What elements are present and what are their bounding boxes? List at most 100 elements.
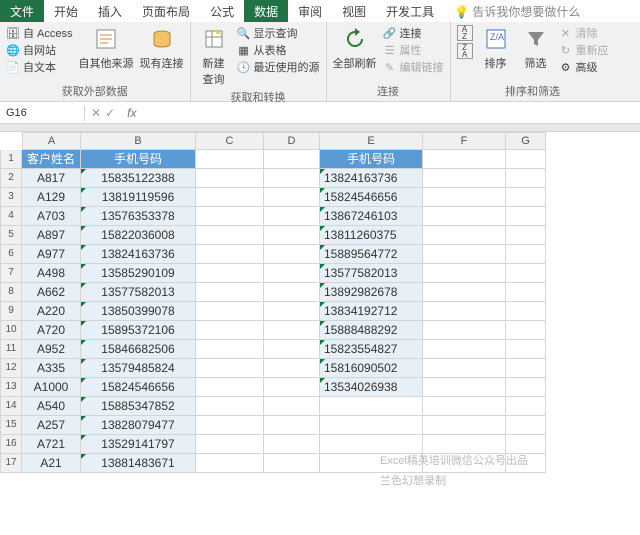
btn-sort-az[interactable]: AZ	[457, 25, 473, 41]
btn-new-query[interactable]: 新建 查询	[197, 25, 231, 87]
cell[interactable]: 15895372106	[81, 321, 196, 340]
cell[interactable]	[264, 302, 320, 321]
cell[interactable]	[196, 416, 264, 435]
row-header[interactable]: 15	[0, 416, 22, 435]
cell[interactable]: A720	[22, 321, 81, 340]
btn-recent-sources[interactable]: 🕓最近使用的源	[237, 59, 320, 75]
cell[interactable]: A257	[22, 416, 81, 435]
cell[interactable]	[264, 207, 320, 226]
row-header[interactable]: 10	[0, 321, 22, 340]
btn-edit-links[interactable]: ✎编辑链接	[383, 59, 444, 75]
tab-file[interactable]: 文件	[0, 0, 44, 22]
cell[interactable]: A721	[22, 435, 81, 454]
cell[interactable]	[320, 416, 423, 435]
cell[interactable]	[264, 435, 320, 454]
cell[interactable]: 13585290109	[81, 264, 196, 283]
cell[interactable]	[423, 340, 506, 359]
btn-from-text[interactable]: 📄自文本	[6, 59, 73, 75]
cell[interactable]: 15823554827	[320, 340, 423, 359]
tab-data[interactable]: 数据	[244, 0, 288, 22]
cell[interactable]	[423, 397, 506, 416]
cell[interactable]	[506, 264, 546, 283]
btn-existing-conn[interactable]: 现有连接	[140, 25, 184, 71]
cell[interactable]	[196, 150, 264, 169]
cell[interactable]	[264, 188, 320, 207]
cell[interactable]	[196, 264, 264, 283]
btn-refresh-all[interactable]: 全部刷新	[333, 25, 377, 71]
worksheet[interactable]: ABCDEFG 1客户姓名手机号码手机号码2A81715835122388138…	[0, 132, 640, 473]
cell[interactable]: 15835122388	[81, 169, 196, 188]
cell[interactable]	[506, 416, 546, 435]
row-header[interactable]: 4	[0, 207, 22, 226]
cell[interactable]: 13576353378	[81, 207, 196, 226]
cell[interactable]: 13824163736	[320, 169, 423, 188]
cell[interactable]: 13850399078	[81, 302, 196, 321]
tab-home[interactable]: 开始	[44, 0, 88, 22]
cell[interactable]: A897	[22, 226, 81, 245]
cell[interactable]: 13834192712	[320, 302, 423, 321]
tab-layout[interactable]: 页面布局	[132, 0, 200, 22]
row-header[interactable]: 17	[0, 454, 22, 473]
cell[interactable]: A817	[22, 169, 81, 188]
cell[interactable]	[506, 283, 546, 302]
cell[interactable]: A952	[22, 340, 81, 359]
cell[interactable]	[196, 435, 264, 454]
col-header-G[interactable]: G	[506, 132, 546, 150]
cell[interactable]	[423, 245, 506, 264]
col-header-A[interactable]: A	[22, 132, 81, 150]
btn-from-access[interactable]: 🗄自 Access	[6, 25, 73, 41]
cell[interactable]	[506, 302, 546, 321]
cell[interactable]	[196, 321, 264, 340]
btn-reapply[interactable]: ↻重新应	[559, 42, 609, 58]
col-header-D[interactable]: D	[264, 132, 320, 150]
cell[interactable]	[423, 359, 506, 378]
row-header[interactable]: 5	[0, 226, 22, 245]
cell[interactable]: 15888488292	[320, 321, 423, 340]
row-header[interactable]: 7	[0, 264, 22, 283]
cell[interactable]	[196, 378, 264, 397]
cell[interactable]	[506, 150, 546, 169]
cell[interactable]	[423, 302, 506, 321]
cell[interactable]	[264, 416, 320, 435]
cell[interactable]	[196, 188, 264, 207]
row-header[interactable]: 6	[0, 245, 22, 264]
btn-from-table[interactable]: ▦从表格	[237, 42, 320, 58]
cell[interactable]: 13534026938	[320, 378, 423, 397]
cell[interactable]	[196, 207, 264, 226]
cell[interactable]: A498	[22, 264, 81, 283]
cell[interactable]	[423, 264, 506, 283]
cell[interactable]	[320, 397, 423, 416]
tab-view[interactable]: 视图	[332, 0, 376, 22]
cell[interactable]	[196, 359, 264, 378]
cell[interactable]	[264, 283, 320, 302]
cell[interactable]: 15885347852	[81, 397, 196, 416]
cancel-btn[interactable]: ✕	[91, 106, 101, 120]
cell[interactable]	[264, 340, 320, 359]
cell[interactable]	[196, 302, 264, 321]
cell[interactable]: A335	[22, 359, 81, 378]
cell[interactable]	[196, 283, 264, 302]
cell[interactable]: 客户姓名	[22, 150, 81, 169]
tab-dev[interactable]: 开发工具	[376, 0, 444, 22]
cell[interactable]	[264, 264, 320, 283]
cell[interactable]: 13881483671	[81, 454, 196, 473]
cell[interactable]	[264, 150, 320, 169]
cell[interactable]	[423, 188, 506, 207]
cell[interactable]	[264, 359, 320, 378]
cell[interactable]: A1000	[22, 378, 81, 397]
cell[interactable]	[506, 188, 546, 207]
cell[interactable]: 15816090502	[320, 359, 423, 378]
cell[interactable]	[196, 340, 264, 359]
cell[interactable]	[264, 245, 320, 264]
cell[interactable]	[506, 397, 546, 416]
tab-tellme[interactable]: 💡 告诉我你想要做什么	[444, 0, 590, 22]
btn-clear[interactable]: ✕清除	[559, 25, 609, 41]
btn-other-sources[interactable]: 自其他来源	[79, 25, 134, 71]
cell[interactable]	[423, 207, 506, 226]
cell[interactable]	[506, 359, 546, 378]
cell[interactable]	[196, 226, 264, 245]
cell[interactable]: 13819119596	[81, 188, 196, 207]
cell[interactable]	[423, 321, 506, 340]
row-header[interactable]: 14	[0, 397, 22, 416]
btn-sort-za[interactable]: ZA	[457, 43, 473, 59]
